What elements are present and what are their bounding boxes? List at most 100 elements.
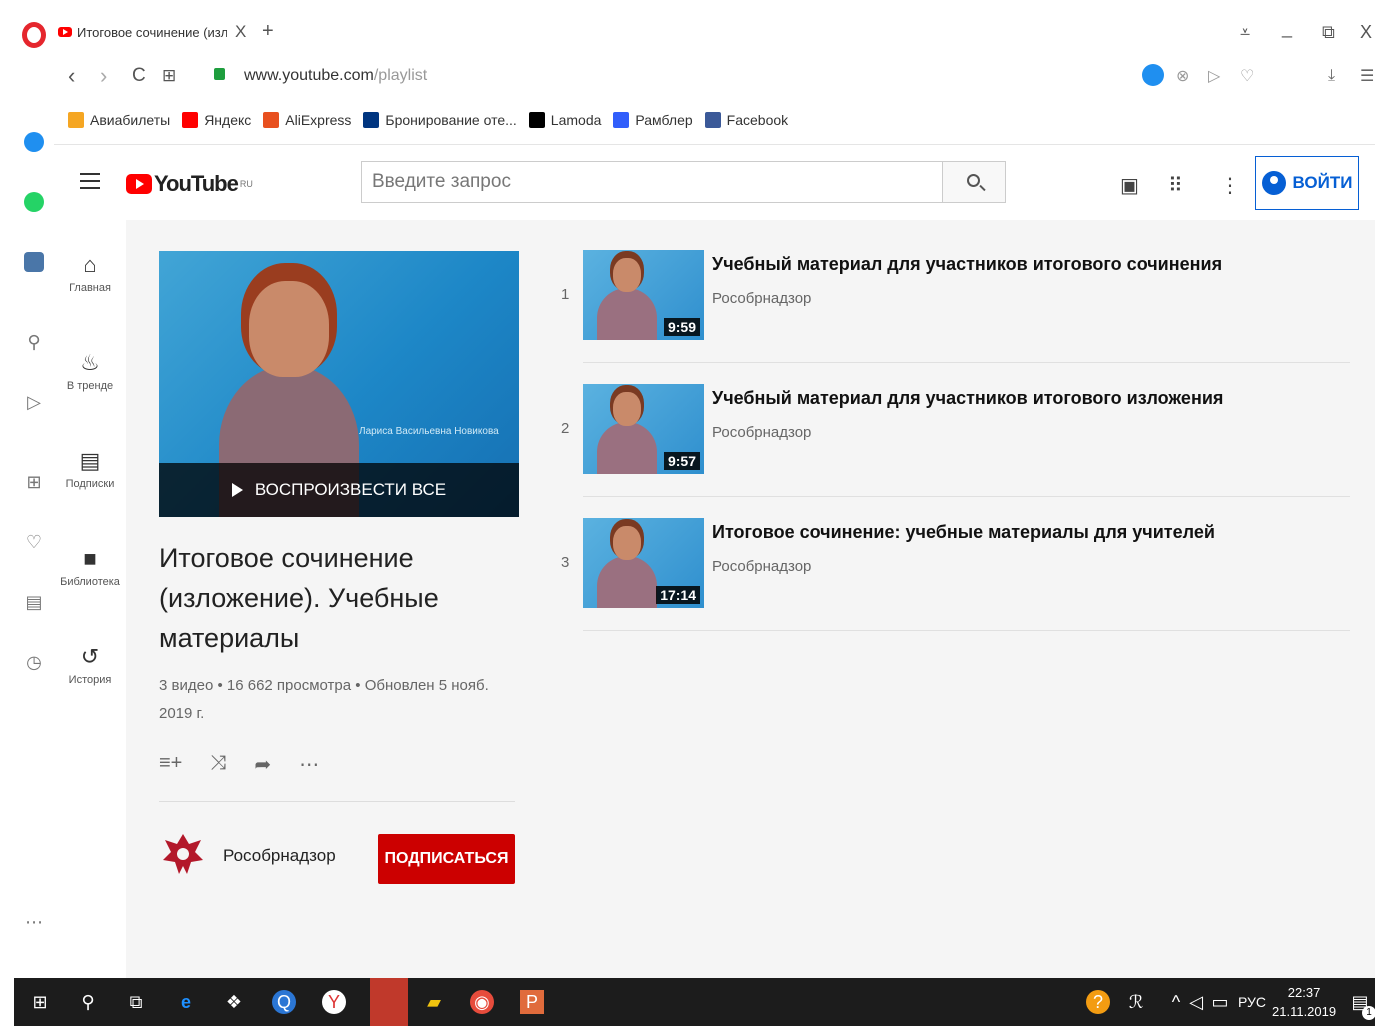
playlist-video-row[interactable]: 1 9:59 Учебный материал для участников ито…	[547, 220, 1375, 363]
history-clock-icon[interactable]: ◷	[24, 652, 44, 672]
signin-button[interactable]: ВОЙТИ	[1255, 156, 1359, 210]
presenter-body	[597, 556, 657, 608]
tab-close-button[interactable]: X	[235, 22, 246, 42]
guide-item-trending[interactable]: ♨ В тренде	[54, 346, 126, 392]
guide-item-subscriptions[interactable]: ▤ Подписки	[54, 444, 126, 490]
bookmark-item[interactable]: AliExpress	[263, 112, 351, 128]
opera-taskbar-icon[interactable]	[370, 978, 408, 1026]
guide-item-library[interactable]: ■ Библиотека	[54, 542, 126, 588]
guide-label: История	[68, 674, 112, 686]
bookmark-item[interactable]: Бронирование оте...	[363, 112, 517, 128]
q-app-icon[interactable]: Q	[272, 990, 296, 1014]
apps-grid-icon[interactable]: ⠿	[1168, 173, 1183, 198]
input-language[interactable]: РУС	[1238, 994, 1266, 1010]
playlist-video-row[interactable]: 2 9:57 Учебный материал для участников ито…	[547, 354, 1375, 497]
download-icon[interactable]: ⤓	[1328, 67, 1335, 85]
shuffle-icon[interactable]: ⤨	[210, 752, 226, 777]
vk-icon[interactable]	[24, 252, 44, 272]
start-windows-icon[interactable]: ⊞	[28, 990, 52, 1014]
restore-button[interactable]: ⧉	[1322, 22, 1335, 43]
video-channel[interactable]: Рособрнадзор	[712, 290, 811, 307]
heart-icon[interactable]: ♡	[1240, 66, 1254, 86]
yandex-browser-icon[interactable]: Y	[322, 990, 346, 1014]
task-view-icon[interactable]: ⧉	[124, 990, 148, 1014]
flow-icon[interactable]: ▷	[1208, 66, 1220, 86]
bookmark-item[interactable]: Facebook	[704, 112, 788, 128]
divider	[159, 801, 515, 802]
network-icon[interactable]: ▭	[1208, 990, 1232, 1014]
search-button[interactable]	[942, 161, 1006, 203]
powerpoint-icon[interactable]: P	[520, 990, 544, 1014]
bookmark-item[interactable]: Авиабилеты	[68, 112, 170, 128]
people-tray-icon[interactable]: ℛ	[1124, 990, 1148, 1014]
bookmark-label: AliExpress	[285, 112, 352, 128]
play-all-button[interactable]: ВОСПРОИЗВЕСТИ ВСЕ	[159, 463, 519, 517]
more-actions-icon[interactable]: ⋯	[299, 752, 319, 777]
bookmark-item[interactable]: Яндекс	[182, 112, 251, 128]
messenger-icon[interactable]	[24, 132, 44, 152]
volume-icon[interactable]: ◁	[1184, 990, 1208, 1014]
screen: Итоговое сочинение (изл X + ⩡ _ ⧉ X ‹ › …	[0, 0, 1375, 1026]
back-button[interactable]: ‹	[68, 63, 75, 89]
menu-icon[interactable]	[80, 173, 100, 189]
bookmarks-heart-icon[interactable]: ♡	[24, 532, 44, 552]
playlist-video-row[interactable]: 3 17:14 Итоговое сочинение: учебные матери…	[547, 488, 1375, 631]
adblock-icon[interactable]: ⊗	[1176, 66, 1189, 86]
reload-button[interactable]: C	[132, 65, 146, 87]
url-text[interactable]: www.youtube.com/playlist	[244, 67, 427, 85]
subscribe-button[interactable]: ПОДПИСАТЬСЯ	[378, 834, 515, 884]
subscriptions-icon: ▤	[79, 448, 101, 473]
system-clock[interactable]: 22:37 21.11.2019	[1272, 983, 1336, 1021]
add-to-queue-icon[interactable]: ≡+	[159, 752, 182, 777]
whatsapp-icon[interactable]	[24, 192, 44, 212]
playlist-title[interactable]: Итоговое сочинение (изложение). Учебные …	[159, 538, 499, 658]
video-title[interactable]: Учебный материал для участников итоговог…	[712, 254, 1222, 275]
browser-tab[interactable]: Итоговое сочинение (изл X	[58, 18, 250, 46]
playlist-thumbnail[interactable]: Лариса Васильевна Новикова ВОСПРОИЗВЕСТИ…	[159, 251, 519, 517]
bookmark-item[interactable]: Lamoda	[528, 112, 601, 128]
video-channel[interactable]: Рособрнадзор	[712, 558, 811, 575]
bookmark-item[interactable]: Рамблер	[613, 112, 693, 128]
playlist-stats: 3 видео • 16 662 просмотра • Обновлен 5 …	[159, 677, 489, 722]
speed-dial-button[interactable]: ⊞	[162, 66, 176, 86]
help-tray-icon[interactable]: ?	[1086, 990, 1110, 1014]
share-icon[interactable]: ➦	[254, 752, 271, 777]
create-video-icon[interactable]: ▣	[1120, 173, 1139, 198]
news-icon[interactable]: ▤	[24, 592, 44, 612]
search-input[interactable]: Введите запрос	[361, 161, 943, 203]
dropbox-icon[interactable]: ❖	[222, 990, 246, 1014]
search-icon[interactable]: ⚲	[24, 332, 44, 352]
video-title[interactable]: Учебный материал для участников итоговог…	[712, 388, 1223, 409]
new-tab-button[interactable]: +	[262, 20, 274, 43]
taskbar-search-icon[interactable]: ⚲	[76, 990, 100, 1014]
guide-item-home[interactable]: ⌂ Главная	[54, 248, 126, 294]
presenter-head	[613, 258, 641, 292]
bookmark-label: Яндекс	[204, 112, 252, 128]
close-window-button[interactable]: X	[1360, 22, 1372, 43]
guide-item-history[interactable]: ↺ История	[54, 640, 126, 686]
forward-button[interactable]: ›	[100, 63, 107, 89]
video-title[interactable]: Итоговое сочинение: учебные материалы дл…	[712, 522, 1215, 543]
channel-emblem-icon[interactable]	[159, 830, 207, 878]
youtube-logo[interactable]: YouTube RU	[126, 171, 253, 197]
speed-dial-icon[interactable]: ⊞	[24, 472, 44, 492]
chrome-icon[interactable]: ◉	[470, 990, 494, 1014]
easy-setup-icon[interactable]: ☰	[1360, 66, 1374, 86]
channel-name[interactable]: Рособрнадзор	[223, 846, 336, 866]
tab-menu-icon[interactable]: ⩡	[1240, 22, 1250, 43]
minimize-button[interactable]: _	[1282, 18, 1292, 39]
video-thumbnail[interactable]: 9:57	[583, 384, 704, 474]
opera-logo-icon[interactable]	[22, 22, 46, 48]
clock-date: 21.11.2019	[1272, 1004, 1337, 1019]
more-icon[interactable]: ⋯	[24, 912, 44, 932]
video-thumbnail[interactable]: 9:59	[583, 250, 704, 340]
video-thumbnail[interactable]: 17:14	[583, 518, 704, 608]
camera-icon[interactable]	[1142, 64, 1164, 86]
video-channel[interactable]: Рособрнадзор	[712, 424, 811, 441]
flow-send-icon[interactable]: ▷	[24, 392, 44, 412]
youtube-favicon-icon	[58, 27, 72, 37]
file-explorer-icon[interactable]: ▰	[422, 990, 446, 1014]
settings-more-icon[interactable]: ⋮	[1220, 173, 1240, 198]
edge-icon[interactable]: e	[174, 990, 198, 1014]
bookmark-label: Рамблер	[635, 112, 693, 128]
